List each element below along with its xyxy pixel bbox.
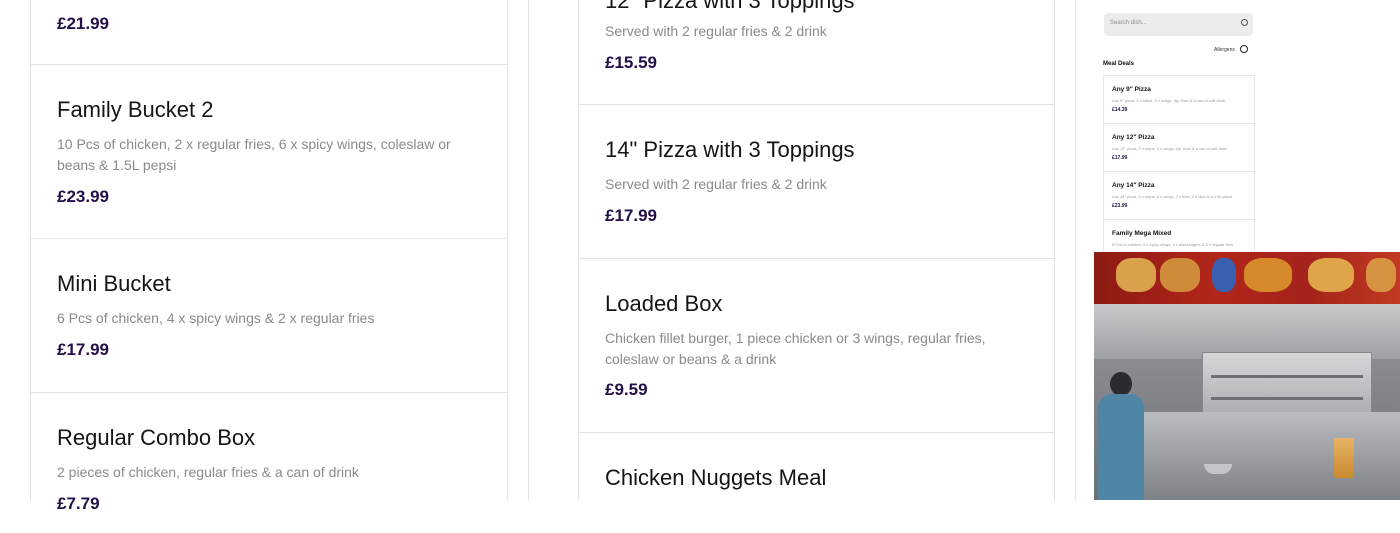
search-icon[interactable] <box>1241 19 1248 26</box>
restaurant-photo <box>1094 252 1400 500</box>
menu-item-card[interactable]: Mini Bucket 6 Pcs of chicken, 4 x spicy … <box>31 239 507 393</box>
allergen-icon[interactable] <box>1240 45 1248 53</box>
menu-item-card[interactable]: 14" Pizza with 3 Toppings Served with 2 … <box>579 105 1054 259</box>
menu-item-description: Served with 2 regular fries & 2 drink <box>605 23 827 39</box>
menu-item-card[interactable]: £21.99 <box>31 0 507 65</box>
menu-item-price: £15.59 <box>605 53 657 72</box>
menu-item-card[interactable]: Loaded Box Chicken fillet burger, 1 piec… <box>579 259 1054 433</box>
person-body <box>1098 394 1144 500</box>
menu-item-title: Chicken Nuggets Meal <box>605 465 827 490</box>
steel-counter <box>1124 412 1400 500</box>
menu-item-price: £7.79 <box>57 494 100 513</box>
menu-item-title: 12" Pizza with 3 Toppings <box>605 0 855 13</box>
list-item[interactable]: Any 12" Pizza Any 12" pizza, 2 x strips,… <box>1104 123 1254 171</box>
allergens-link[interactable]: Allergens <box>1214 47 1235 53</box>
list-item[interactable]: Family Mega Mixed 6 Pcs of chicken, 6 x … <box>1104 219 1254 252</box>
search-placeholder: Search dish... <box>1110 20 1147 26</box>
menu-item-price: £17.99 <box>605 206 657 225</box>
cabinet-shelf <box>1211 375 1363 378</box>
burger-image <box>1116 258 1156 292</box>
menu-item-price: £9.59 <box>605 380 648 399</box>
menu-item-title: Family Bucket 2 <box>57 97 214 122</box>
glass-shape <box>1334 438 1354 478</box>
nuggets-image <box>1308 258 1354 292</box>
menu-item-price: £23.99 <box>57 187 109 206</box>
menu-item-card[interactable]: Family Bucket 2 10 Pcs of chicken, 2 x r… <box>31 65 507 239</box>
list-item-price: £14.39 <box>1112 107 1128 113</box>
menu-item-price: £17.99 <box>57 340 109 359</box>
menu-banner-image <box>1094 252 1400 304</box>
list-item[interactable]: Any 9" Pizza Any 9" pizza, 2 x strips, 3… <box>1104 75 1254 123</box>
list-item-description: Any 12" pizza, 2 x strips, 3 x wings, di… <box>1112 146 1228 151</box>
menu-item-description: Chicken fillet burger, 1 piece chicken o… <box>605 330 986 367</box>
cabinet-shelf <box>1211 397 1363 400</box>
list-item-price: £17.99 <box>1112 155 1128 161</box>
list-item-title: Any 9" Pizza <box>1112 86 1151 93</box>
list-item-price: £23.99 <box>1112 203 1128 209</box>
menu-item-card[interactable]: Chicken Nuggets Meal <box>579 433 1054 533</box>
person-head <box>1110 372 1132 396</box>
menu-item-price: £21.99 <box>57 14 109 33</box>
menu-item-description: 6 Pcs of chicken, 4 x spicy wings & 2 x … <box>57 310 375 326</box>
section-title: Meal Deals <box>1103 61 1135 67</box>
meal-deals-list: Any 9" Pizza Any 9" pizza, 2 x strips, 3… <box>1103 75 1255 252</box>
chicken-image <box>1366 258 1396 292</box>
list-item-description: 6 Pcs of chicken, 6 x spicy wings, 3 x f… <box>1112 242 1234 247</box>
search-input[interactable]: Search dish... <box>1104 13 1253 36</box>
menu-item-title: Loaded Box <box>605 291 723 316</box>
list-item-title: Any 14" Pizza <box>1112 182 1155 189</box>
list-item-description: Any 9" pizza, 2 x strips, 3 x wings, dip… <box>1112 98 1226 103</box>
menu-item-card[interactable]: 12" Pizza with 3 Toppings Served with 2 … <box>579 0 1054 105</box>
list-item-title: Any 12" Pizza <box>1112 134 1155 141</box>
extractor-hood <box>1094 304 1400 359</box>
mini-menu-preview: Search dish... Allergens Meal Deals Any … <box>1094 0 1260 252</box>
menu-column-middle: 12" Pizza with 3 Toppings Served with 2 … <box>578 0 1055 500</box>
list-item-description: Any 14" pizza, 4 x strips, 6 x wings, 2 … <box>1112 194 1233 199</box>
menu-item-description: 2 pieces of chicken, regular fries & a c… <box>57 464 359 480</box>
menu-item-card[interactable]: Regular Combo Box 2 pieces of chicken, r… <box>31 393 507 533</box>
burger-image <box>1160 258 1200 292</box>
menu-item-title: Regular Combo Box <box>57 425 256 450</box>
menu-item-title: 14" Pizza with 3 Toppings <box>605 137 855 162</box>
list-item[interactable]: Any 14" Pizza Any 14" pizza, 4 x strips,… <box>1104 171 1254 219</box>
menu-item-title: Mini Bucket <box>57 271 171 296</box>
menu-item-description: Served with 2 regular fries & 2 drink <box>605 176 827 192</box>
menu-item-description: 10 Pcs of chicken, 2 x regular fries, 6 … <box>57 136 451 173</box>
chicken-image <box>1244 258 1292 292</box>
menu-column-left: £21.99 Family Bucket 2 10 Pcs of chicken… <box>30 0 508 513</box>
staff-person <box>1094 372 1146 500</box>
drink-image <box>1212 258 1236 292</box>
list-item-title: Family Mega Mixed <box>1112 230 1172 237</box>
